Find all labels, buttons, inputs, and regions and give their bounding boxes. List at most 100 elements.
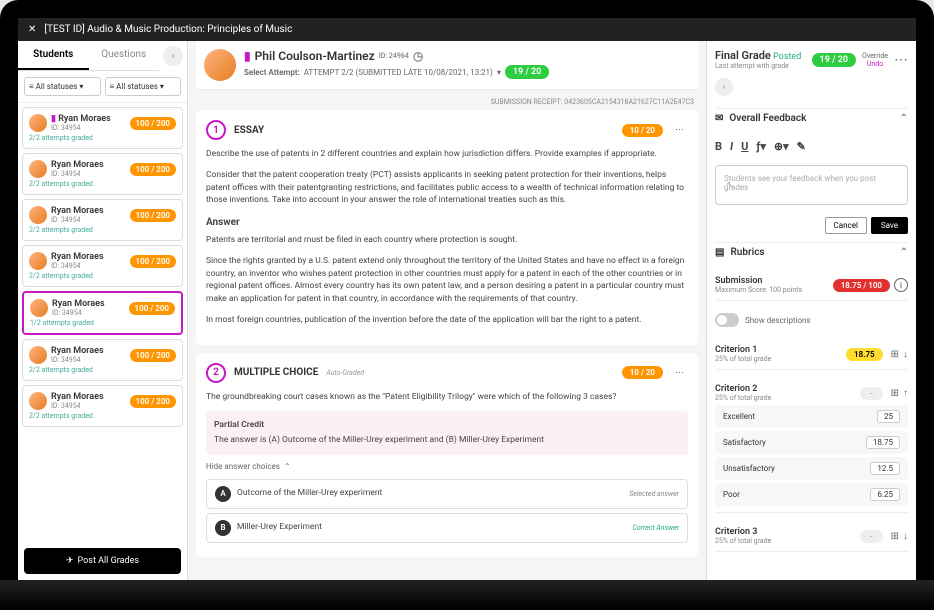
collapse-sidebar-icon[interactable]: ‹ (163, 46, 183, 66)
student-card[interactable]: Ryan MoraesID: 34954100 / 2002/2 attempt… (22, 245, 183, 287)
overall-feedback-label: Overall Feedback (729, 113, 806, 124)
rubrics-header[interactable]: ▤ Rubrics ⌃ (715, 242, 908, 262)
info-icon[interactable]: i (894, 278, 908, 292)
feedback-toolbar: B I U ƒ▾ ⊕▾ ✎ (715, 136, 908, 157)
question-2: 2 MULTIPLE CHOICE Auto-Graded 10 / 20 ⋯ … (196, 353, 698, 557)
save-button[interactable]: Save (871, 217, 908, 234)
filter-2-label: All statuses (116, 82, 158, 91)
show-descriptions-toggle[interactable] (715, 313, 739, 327)
chevron-down-icon[interactable]: ↓ (903, 531, 908, 542)
flag-icon[interactable]: ▮ (244, 49, 251, 63)
criterion-score[interactable]: - (860, 530, 882, 543)
font-icon[interactable]: ƒ▾ (756, 140, 766, 153)
criterion-score[interactable]: 18.75 (846, 348, 883, 361)
override-link[interactable]: Override (862, 52, 888, 60)
student-card[interactable]: Ryan MoraesID: 34954100 / 2002/2 attempt… (22, 153, 183, 195)
student-id: ID: 24964 (379, 52, 409, 60)
level-score: 6.25 (870, 488, 900, 501)
avatar (29, 392, 47, 410)
undo-link[interactable]: Undo (862, 60, 888, 68)
grade-pill: 100 / 200 (130, 395, 176, 408)
avatar (29, 160, 47, 178)
final-grade-sub: Last attempt with grade (715, 62, 806, 70)
attempts-label: 2/2 attempts graded (29, 272, 176, 280)
question-score[interactable]: 10 / 20 (622, 124, 663, 137)
filter-1-label: All statuses (36, 82, 78, 91)
rubric-level[interactable]: Poor 6.25 (715, 483, 908, 506)
link-icon[interactable]: ⊕▾ (774, 140, 789, 153)
posted-label: Posted (773, 52, 801, 62)
level-name: Satisfactory (723, 438, 766, 447)
choice-letter: B (215, 520, 231, 536)
question-menu-icon[interactable]: ⋯ (671, 125, 688, 135)
student-id: ID: 34954 (52, 309, 105, 317)
student-card[interactable]: Ryan MoraesID: 34954100 / 2002/2 attempt… (22, 385, 183, 427)
question-menu-icon[interactable]: ⋯ (671, 368, 688, 378)
choice-letter: A (215, 486, 231, 502)
student-card[interactable]: Ryan MoraesID: 34954100 / 2002/2 attempt… (22, 199, 183, 241)
question-type: ESSAY (234, 125, 264, 136)
student-card[interactable]: Ryan MoraesID: 34954100 / 2001/2 attempt… (22, 291, 183, 335)
cancel-button[interactable]: Cancel (825, 217, 867, 234)
level-name: Poor (723, 490, 740, 499)
grade-pill: 100 / 200 (130, 349, 176, 362)
question-score[interactable]: 10 / 20 (622, 366, 663, 379)
submission-receipt: SUBMISSION RECEIPT: 0423605CA2154318A216… (196, 98, 698, 106)
student-card[interactable]: Ryan MoraesID: 34954100 / 2002/2 attempt… (22, 339, 183, 381)
criterion-name: Criterion 2 (715, 384, 771, 394)
grade-pill: 100 / 200 (130, 163, 176, 176)
hide-answer-choices[interactable]: Hide answer choices ⌃ (206, 461, 688, 473)
partial-credit-title: Partial Credit (214, 419, 680, 432)
question-1: 1 ESSAY 10 / 20 ⋯ Describe the use of pa… (196, 110, 698, 345)
criterion-pct: 25% of total grade (715, 537, 771, 545)
tab-questions[interactable]: Questions (89, 41, 160, 70)
feedback-icon[interactable]: ⊞ (891, 531, 899, 542)
feedback-input[interactable]: ↖ Students see your feedback when you po… (715, 165, 908, 205)
underline-icon[interactable]: U (741, 140, 748, 153)
q1-answer-1: Patents are territorial and must be file… (206, 234, 688, 247)
status-filter-1[interactable]: ≡ All statuses ▾ (24, 77, 101, 96)
student-name: Ryan Moraes (52, 299, 105, 309)
status-filter-2[interactable]: ≡ All statuses ▾ (105, 77, 182, 96)
student-name: Ryan Moraes (51, 206, 104, 216)
choice-b[interactable]: B Miller-Urey Experiment Correct Answer (206, 513, 688, 543)
titlebar: ✕ [TEST ID] Audio & Music Production: Pr… (18, 18, 916, 41)
show-descriptions-label: Show descriptions (745, 316, 811, 325)
bold-icon[interactable]: B (715, 140, 722, 153)
attempts-label: 2/2 attempts graded (29, 226, 176, 234)
grade-menu-icon[interactable]: ⋯ (894, 52, 908, 68)
rubric-level[interactable]: Satisfactory18.75 (715, 431, 908, 454)
attempt-label: Select Attempt: (244, 68, 300, 77)
back-icon[interactable]: ✕ (28, 24, 36, 35)
feedback-icon[interactable]: ⊞ (891, 388, 899, 399)
criterion-2: Criterion 2 25% of total grade - ⊞↑ Exce… (715, 378, 908, 513)
feedback-icon[interactable]: ⊞ (891, 349, 899, 360)
tab-students[interactable]: Students (18, 41, 89, 70)
italic-icon[interactable]: I (730, 140, 733, 153)
attempt-value[interactable]: ATTEMPT 2/2 (SUBMITTED LATE 10/08/2021, … (304, 68, 493, 77)
edit-icon[interactable]: ✎ (797, 140, 806, 153)
student-card[interactable]: ▮ Ryan MoraesID: 34954100 / 2002/2 attem… (22, 107, 183, 149)
criterion-3: Criterion 3 25% of total grade - ⊞↓ (715, 521, 908, 552)
criterion-score[interactable]: - (860, 387, 882, 400)
student-id: ID: 34954 (51, 402, 104, 410)
criterion-pct: 25% of total grade (715, 355, 771, 363)
avatar (204, 49, 236, 81)
chevron-up-icon: ⌃ (900, 113, 908, 124)
sidebar: Students Questions ‹ ≡ All statuses ▾ ≡ … (18, 41, 188, 580)
question-number: 2 (206, 363, 226, 383)
chevron-up-icon[interactable]: ↑ (903, 388, 908, 399)
overall-feedback-header[interactable]: ✉ Overall Feedback ⌃ (715, 108, 908, 128)
post-all-grades-button[interactable]: ✈ Post All Grades (24, 548, 181, 574)
chevron-down-icon[interactable]: ↓ (903, 349, 908, 360)
final-grade-score: 19 / 20 (812, 53, 856, 67)
student-name: Ryan Moraes (51, 392, 104, 402)
center-column: ▮ Phil Coulson-Martinez ID: 24964 ◷ Sele… (188, 41, 706, 580)
choice-a[interactable]: A Outcome of the Miller-Urey experiment … (206, 479, 688, 509)
attempts-label: 2/2 attempts graded (29, 180, 176, 188)
expand-panel-icon[interactable]: › (715, 78, 733, 96)
q1-prompt-2: Consider that the patent cooperation tre… (206, 169, 688, 207)
rubric-level[interactable]: Unsatisfactory12.5 (715, 457, 908, 480)
rubric-level[interactable]: Excellent25 (715, 405, 908, 428)
avatar (29, 114, 47, 132)
